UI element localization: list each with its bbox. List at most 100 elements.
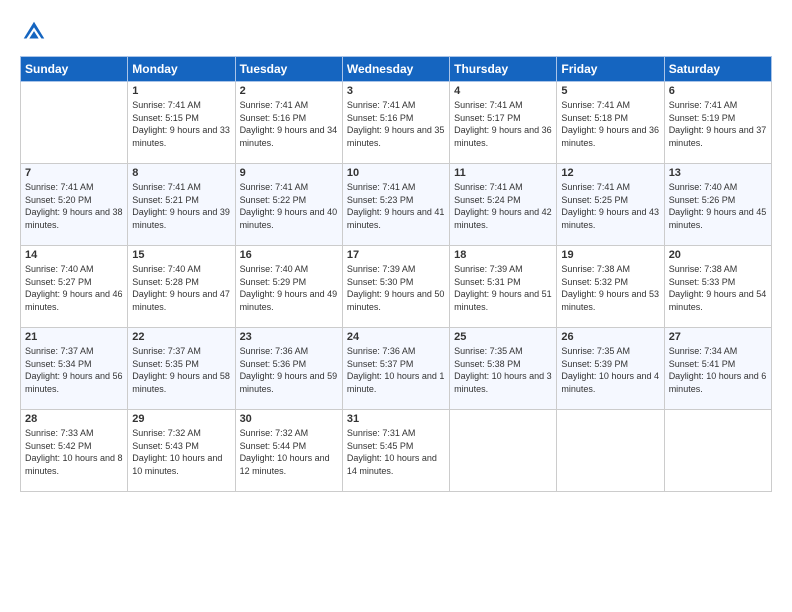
day-cell: 1 Sunrise: 7:41 AMSunset: 5:15 PMDaylight… xyxy=(128,82,235,164)
weekday-header-sunday: Sunday xyxy=(21,57,128,82)
day-cell: 26 Sunrise: 7:35 AMSunset: 5:39 PMDayligh… xyxy=(557,328,664,410)
day-number: 27 xyxy=(669,331,767,343)
day-number: 16 xyxy=(240,249,338,261)
day-info: Sunrise: 7:35 AMSunset: 5:39 PMDaylight:… xyxy=(561,345,659,395)
day-number: 8 xyxy=(132,167,230,179)
page-header xyxy=(20,18,772,46)
day-info: Sunrise: 7:41 AMSunset: 5:15 PMDaylight:… xyxy=(132,99,230,149)
day-cell: 14Sunrise: 7:40 AMSunset: 5:27 PMDayligh… xyxy=(21,246,128,328)
day-number: 22 xyxy=(132,331,230,343)
day-info: Sunrise: 7:40 AMSunset: 5:26 PMDaylight:… xyxy=(669,181,767,231)
day-number: 20 xyxy=(669,249,767,261)
day-number: 23 xyxy=(240,331,338,343)
day-cell: 7 Sunrise: 7:41 AMSunset: 5:20 PMDaylight… xyxy=(21,164,128,246)
weekday-header-friday: Friday xyxy=(557,57,664,82)
day-number: 25 xyxy=(454,331,552,343)
day-number: 21 xyxy=(25,331,123,343)
day-number: 28 xyxy=(25,413,123,425)
day-cell: 30 Sunrise: 7:32 AMSunset: 5:44 PMDayligh… xyxy=(235,410,342,492)
day-info: Sunrise: 7:41 AMSunset: 5:19 PMDaylight:… xyxy=(669,99,767,149)
day-info: Sunrise: 7:41 AMSunset: 5:18 PMDaylight:… xyxy=(561,99,659,149)
day-cell: 3 Sunrise: 7:41 AMSunset: 5:16 PMDaylight… xyxy=(342,82,449,164)
day-number: 24 xyxy=(347,331,445,343)
day-info: Sunrise: 7:40 AMSunset: 5:28 PMDaylight:… xyxy=(132,263,230,313)
weekday-header-thursday: Thursday xyxy=(450,57,557,82)
day-cell xyxy=(557,410,664,492)
day-number: 10 xyxy=(347,167,445,179)
day-number: 9 xyxy=(240,167,338,179)
day-info: Sunrise: 7:41 AMSunset: 5:23 PMDaylight:… xyxy=(347,181,445,231)
day-cell: 23 Sunrise: 7:36 AMSunset: 5:36 PMDayligh… xyxy=(235,328,342,410)
day-cell: 8 Sunrise: 7:41 AMSunset: 5:21 PMDaylight… xyxy=(128,164,235,246)
day-number: 26 xyxy=(561,331,659,343)
day-info: Sunrise: 7:41 AMSunset: 5:17 PMDaylight:… xyxy=(454,99,552,149)
day-cell: 29Sunrise: 7:32 AMSunset: 5:43 PMDayligh… xyxy=(128,410,235,492)
weekday-header-row: SundayMondayTuesdayWednesdayThursdayFrid… xyxy=(21,57,772,82)
day-cell: 2 Sunrise: 7:41 AMSunset: 5:16 PMDaylight… xyxy=(235,82,342,164)
day-number: 18 xyxy=(454,249,552,261)
week-row-5: 28Sunrise: 7:33 AMSunset: 5:42 PMDayligh… xyxy=(21,410,772,492)
day-number: 11 xyxy=(454,167,552,179)
day-number: 5 xyxy=(561,85,659,97)
day-number: 6 xyxy=(669,85,767,97)
week-row-1: 1 Sunrise: 7:41 AMSunset: 5:15 PMDaylight… xyxy=(21,82,772,164)
day-number: 31 xyxy=(347,413,445,425)
day-cell: 20 Sunrise: 7:38 AMSunset: 5:33 PMDayligh… xyxy=(664,246,771,328)
day-number: 2 xyxy=(240,85,338,97)
day-info: Sunrise: 7:39 AMSunset: 5:30 PMDaylight:… xyxy=(347,263,445,313)
day-info: Sunrise: 7:32 AMSunset: 5:44 PMDaylight:… xyxy=(240,427,338,477)
day-cell: 21 Sunrise: 7:37 AMSunset: 5:34 PMDayligh… xyxy=(21,328,128,410)
day-info: Sunrise: 7:32 AMSunset: 5:43 PMDaylight:… xyxy=(132,427,230,477)
day-cell: 15Sunrise: 7:40 AMSunset: 5:28 PMDayligh… xyxy=(128,246,235,328)
day-cell: 22 Sunrise: 7:37 AMSunset: 5:35 PMDayligh… xyxy=(128,328,235,410)
day-number: 13 xyxy=(669,167,767,179)
week-row-2: 7 Sunrise: 7:41 AMSunset: 5:20 PMDaylight… xyxy=(21,164,772,246)
day-info: Sunrise: 7:41 AMSunset: 5:24 PMDaylight:… xyxy=(454,181,552,231)
day-number: 4 xyxy=(454,85,552,97)
day-cell: 16Sunrise: 7:40 AMSunset: 5:29 PMDayligh… xyxy=(235,246,342,328)
day-number: 7 xyxy=(25,167,123,179)
day-cell: 4 Sunrise: 7:41 AMSunset: 5:17 PMDaylight… xyxy=(450,82,557,164)
day-info: Sunrise: 7:41 AMSunset: 5:16 PMDaylight:… xyxy=(240,99,338,149)
week-row-3: 14Sunrise: 7:40 AMSunset: 5:27 PMDayligh… xyxy=(21,246,772,328)
day-cell: 12Sunrise: 7:41 AMSunset: 5:25 PMDayligh… xyxy=(557,164,664,246)
day-info: Sunrise: 7:36 AMSunset: 5:37 PMDaylight:… xyxy=(347,345,445,395)
weekday-header-saturday: Saturday xyxy=(664,57,771,82)
day-info: Sunrise: 7:41 AMSunset: 5:16 PMDaylight:… xyxy=(347,99,445,149)
day-info: Sunrise: 7:36 AMSunset: 5:36 PMDaylight:… xyxy=(240,345,338,395)
weekday-header-tuesday: Tuesday xyxy=(235,57,342,82)
day-info: Sunrise: 7:37 AMSunset: 5:35 PMDaylight:… xyxy=(132,345,230,395)
day-info: Sunrise: 7:37 AMSunset: 5:34 PMDaylight:… xyxy=(25,345,123,395)
day-cell xyxy=(21,82,128,164)
day-cell: 17 Sunrise: 7:39 AMSunset: 5:30 PMDayligh… xyxy=(342,246,449,328)
day-cell xyxy=(450,410,557,492)
day-info: Sunrise: 7:34 AMSunset: 5:41 PMDaylight:… xyxy=(669,345,767,395)
day-number: 30 xyxy=(240,413,338,425)
day-cell: 27 Sunrise: 7:34 AMSunset: 5:41 PMDayligh… xyxy=(664,328,771,410)
day-cell: 31Sunrise: 7:31 AMSunset: 5:45 PMDayligh… xyxy=(342,410,449,492)
day-info: Sunrise: 7:35 AMSunset: 5:38 PMDaylight:… xyxy=(454,345,552,395)
day-number: 3 xyxy=(347,85,445,97)
day-cell: 11 Sunrise: 7:41 AMSunset: 5:24 PMDayligh… xyxy=(450,164,557,246)
day-info: Sunrise: 7:41 AMSunset: 5:20 PMDaylight:… xyxy=(25,181,123,231)
day-cell: 18 Sunrise: 7:39 AMSunset: 5:31 PMDayligh… xyxy=(450,246,557,328)
calendar-table: SundayMondayTuesdayWednesdayThursdayFrid… xyxy=(20,56,772,492)
day-info: Sunrise: 7:38 AMSunset: 5:32 PMDaylight:… xyxy=(561,263,659,313)
day-info: Sunrise: 7:40 AMSunset: 5:27 PMDaylight:… xyxy=(25,263,123,313)
day-info: Sunrise: 7:41 AMSunset: 5:25 PMDaylight:… xyxy=(561,181,659,231)
day-cell: 24 Sunrise: 7:36 AMSunset: 5:37 PMDayligh… xyxy=(342,328,449,410)
day-info: Sunrise: 7:41 AMSunset: 5:21 PMDaylight:… xyxy=(132,181,230,231)
day-cell: 25 Sunrise: 7:35 AMSunset: 5:38 PMDayligh… xyxy=(450,328,557,410)
weekday-header-wednesday: Wednesday xyxy=(342,57,449,82)
day-info: Sunrise: 7:38 AMSunset: 5:33 PMDaylight:… xyxy=(669,263,767,313)
day-info: Sunrise: 7:41 AMSunset: 5:22 PMDaylight:… xyxy=(240,181,338,231)
day-info: Sunrise: 7:39 AMSunset: 5:31 PMDaylight:… xyxy=(454,263,552,313)
day-number: 1 xyxy=(132,85,230,97)
day-number: 17 xyxy=(347,249,445,261)
day-cell: 13 Sunrise: 7:40 AMSunset: 5:26 PMDayligh… xyxy=(664,164,771,246)
day-cell: 6 Sunrise: 7:41 AMSunset: 5:19 PMDaylight… xyxy=(664,82,771,164)
calendar-page: SundayMondayTuesdayWednesdayThursdayFrid… xyxy=(0,0,792,612)
day-number: 19 xyxy=(561,249,659,261)
day-cell: 10 Sunrise: 7:41 AMSunset: 5:23 PMDayligh… xyxy=(342,164,449,246)
day-cell: 5 Sunrise: 7:41 AMSunset: 5:18 PMDaylight… xyxy=(557,82,664,164)
